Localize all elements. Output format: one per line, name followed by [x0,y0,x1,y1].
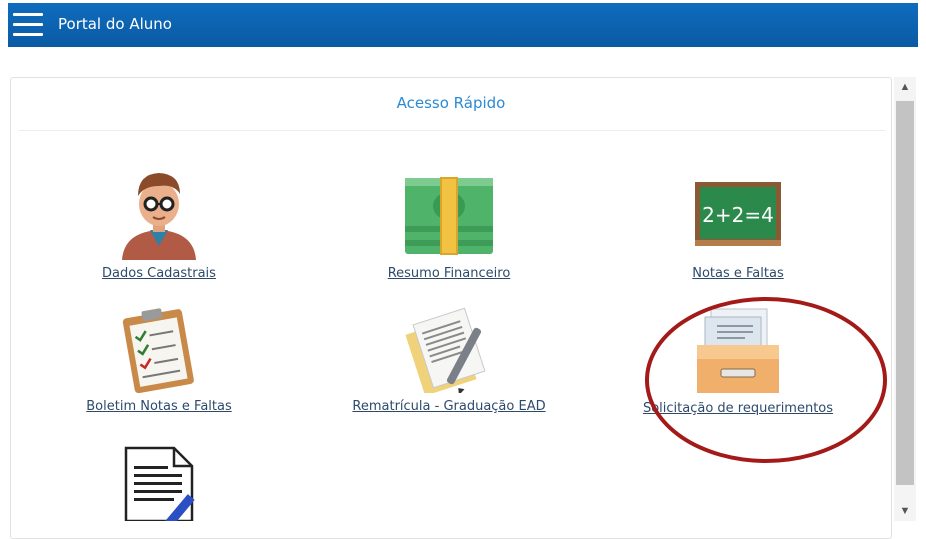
tile-label[interactable]: Resumo Financeiro [329,266,569,281]
chalkboard-text: 2+2=4 [702,203,774,227]
hamburger-menu-icon[interactable] [13,11,45,39]
scroll-up-icon[interactable]: ▲ [894,77,916,97]
top-navbar: Portal do Aluno [8,3,918,47]
scroll-thumb[interactable] [896,101,914,485]
tile-label[interactable]: Dados Cadastrais [39,266,279,281]
tile-rematricula-graduacao-ead[interactable]: Rematrícula - Graduação EAD [329,305,569,414]
document-pen-icon [405,307,486,393]
chalkboard-icon: 2+2=4 [695,182,781,246]
tile-label[interactable]: Boletim Notas e Faltas [39,399,279,414]
tile-boletim-notas-e-faltas[interactable]: Boletim Notas e Faltas [39,305,279,414]
tile-solicitacao-de-requerimentos[interactable]: Solicitação de requerimentos [618,305,858,416]
tile-label[interactable]: Solicitação de requerimentos [618,401,858,416]
tile-label[interactable]: Rematrícula - Graduação EAD [329,399,569,414]
tile-label[interactable]: Notas e Faltas [618,266,858,281]
tile-notas-e-faltas[interactable]: 2+2=4 Notas e Faltas [618,166,858,281]
scroll-down-icon[interactable]: ▼ [894,501,916,521]
tile-dados-cadastrais[interactable]: Dados Cadastrais [39,166,279,281]
panel-heading: Acesso Rápido [396,94,506,112]
tile-resumo-financeiro[interactable]: Resumo Financeiro [329,166,569,281]
divider [19,130,885,131]
file-drawer-icon [697,308,779,393]
document-edit-icon [124,446,195,521]
tile-document-edit[interactable] [39,446,279,521]
clipboard-checklist-icon [122,308,194,393]
money-stack-icon [405,177,493,255]
app-title: Portal do Aluno [58,15,172,33]
scrollbar[interactable]: ▲ ▼ [894,77,916,521]
student-avatar-icon [122,173,196,260]
